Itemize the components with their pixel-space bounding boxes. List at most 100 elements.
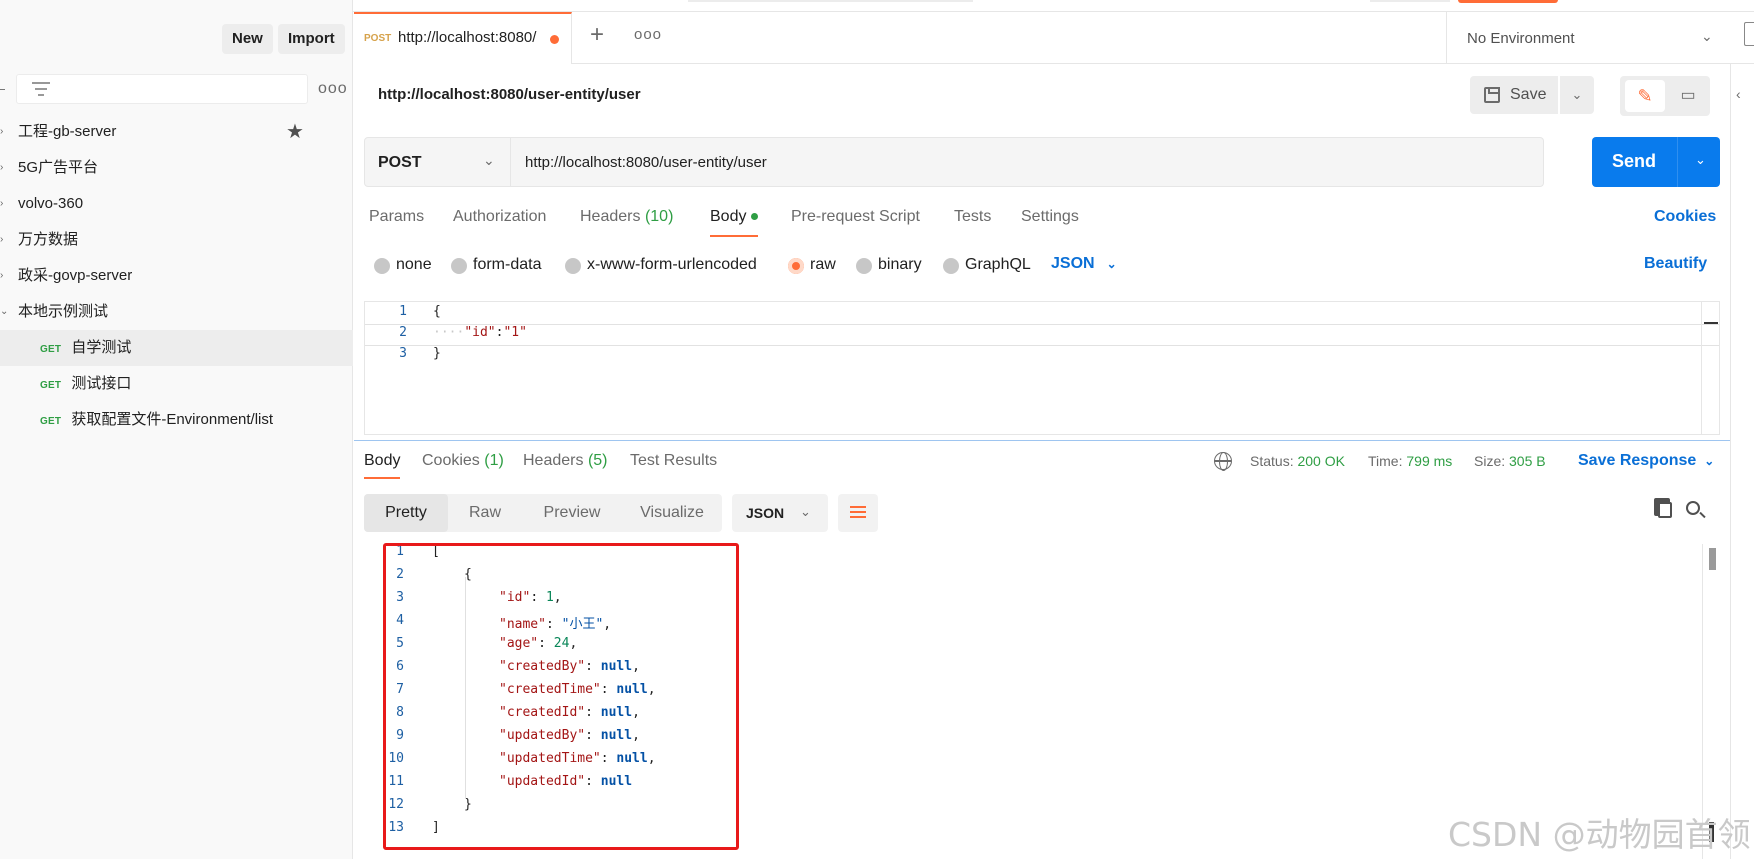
request-item[interactable]: GET 测试接口 <box>0 366 353 402</box>
code-line: 9 "updatedBy": null, <box>364 728 1720 751</box>
save-response-label: Save Response <box>1578 452 1697 469</box>
chevron-down-icon: ⌄ <box>0 306 9 317</box>
view-pretty[interactable]: Pretty <box>364 494 448 532</box>
unsaved-dot-icon <box>550 35 559 44</box>
line-number: 9 <box>396 728 404 743</box>
sidebar-more-icon[interactable]: ooo <box>318 80 348 98</box>
code-text: "createdTime": null, <box>499 682 656 697</box>
code-line: 3 } <box>365 346 1719 368</box>
radio-form-data[interactable]: form-data <box>451 256 541 274</box>
response-tab-cookies[interactable]: Cookies (1) <box>422 452 504 470</box>
json-key: "id" <box>464 325 496 340</box>
response-tab-headers[interactable]: Headers (5) <box>523 452 608 470</box>
body-active-dot-icon <box>751 213 759 221</box>
send-options-chevron-icon[interactable]: ⌄ <box>1695 152 1706 168</box>
response-tab-body[interactable]: Body <box>364 452 401 479</box>
time-value: 799 ms <box>1406 453 1453 469</box>
response-tab-test-results[interactable]: Test Results <box>630 452 717 470</box>
collection-item[interactable]: › 政采-govp-server <box>0 258 353 294</box>
request-item[interactable]: GET 自学测试 <box>0 330 353 366</box>
radio-none[interactable]: none <box>374 256 432 274</box>
response-format-select[interactable]: JSON ⌄ <box>732 494 828 532</box>
editor-scrollbar[interactable] <box>1701 302 1719 434</box>
method-badge: GET <box>40 380 62 391</box>
filter-input[interactable] <box>16 74 308 104</box>
line-number: 6 <box>396 659 404 674</box>
collection-item[interactable]: › volvo-360 <box>0 186 353 222</box>
add-tab-icon[interactable]: + <box>590 21 604 49</box>
code-text: } <box>433 346 441 361</box>
cookies-link[interactable]: Cookies <box>1654 208 1716 226</box>
tab-more-icon[interactable]: ooo <box>634 26 662 43</box>
tab-tests[interactable]: Tests <box>954 208 991 226</box>
comment-icon[interactable]: ▭ <box>1670 80 1706 112</box>
beautify-link[interactable]: Beautify <box>1644 255 1707 273</box>
url-input[interactable] <box>511 137 1544 187</box>
tab-request[interactable]: POST http://localhost:8080/ <box>354 12 572 64</box>
request-label: 测试接口 <box>71 375 132 392</box>
radio-graphql[interactable]: GraphQL <box>943 256 1031 274</box>
request-title[interactable]: http://localhost:8080/user-entity/user <box>378 86 641 103</box>
import-button[interactable]: Import <box>278 24 345 54</box>
code-text: ····"id":"1" <box>433 325 527 340</box>
response-divider[interactable] <box>354 440 1730 441</box>
top-upgrade-edge <box>1458 0 1558 3</box>
json-value: null <box>600 774 633 789</box>
save-response-button[interactable]: Save Response ⌄ <box>1578 452 1714 470</box>
copy-icon[interactable] <box>1654 498 1672 518</box>
status-label: Status: <box>1250 453 1294 469</box>
collection-item[interactable]: › 万方数据 <box>0 222 353 258</box>
size-label: Size: <box>1474 453 1506 469</box>
code-line: 2 ····"id":"1" <box>365 324 1719 346</box>
view-preview[interactable]: Preview <box>522 494 622 532</box>
code-line: 2 { <box>364 567 1720 590</box>
indent-dots: ···· <box>433 325 465 340</box>
environment-label: No Environment <box>1467 30 1575 47</box>
chevron-right-icon: › <box>0 162 4 173</box>
radio-urlencoded[interactable]: x-www-form-urlencoded <box>565 256 757 274</box>
collection-item[interactable]: › 5G广告平台 <box>0 150 353 186</box>
method-select[interactable]: POST ⌄ <box>364 137 511 187</box>
scrollbar-thumb[interactable] <box>1709 548 1716 570</box>
tab-prerequest-script[interactable]: Pre-request Script <box>791 208 920 226</box>
size-value: 305 B <box>1509 453 1546 469</box>
tab-params[interactable]: Params <box>369 208 424 226</box>
chevron-down-icon: ⌄ <box>1701 28 1713 44</box>
edit-pencil-icon[interactable]: ✎ <box>1625 80 1665 112</box>
mode-toggle: ✎ ▭ <box>1620 76 1710 116</box>
tab-headers[interactable]: Headers (10) <box>580 208 673 226</box>
send-button[interactable]: Send ⌄ <box>1592 137 1720 187</box>
collection-item[interactable]: › 工程-gb-server ★ <box>0 114 353 150</box>
line-number: 12 <box>388 797 404 812</box>
collection-item[interactable]: ⌄ 本地示例测试 <box>0 294 353 330</box>
save-button[interactable]: Save <box>1470 76 1558 114</box>
code-line: 10 "updatedTime": null, <box>364 751 1720 774</box>
request-item[interactable]: GET 获取配置文件-Environment/list <box>0 402 353 438</box>
body-format-select[interactable]: JSON ⌄ <box>1051 255 1117 273</box>
line-number: 3 <box>399 346 407 361</box>
top-button-edge <box>1370 0 1450 2</box>
star-icon[interactable]: ★ <box>286 114 304 150</box>
chevron-left-icon[interactable]: ‹ <box>1736 86 1741 102</box>
tab-authorization[interactable]: Authorization <box>453 208 546 226</box>
new-button[interactable]: New <box>222 24 273 54</box>
wrap-lines-icon[interactable] <box>838 494 878 532</box>
line-number: 1 <box>399 304 407 319</box>
code-line: 6 "createdBy": null, <box>364 659 1720 682</box>
view-raw[interactable]: Raw <box>448 494 522 532</box>
environment-quick-look-icon[interactable] <box>1744 22 1754 46</box>
search-icon[interactable] <box>1686 501 1700 515</box>
radio-binary[interactable]: binary <box>856 256 922 274</box>
top-search-edge <box>688 0 973 2</box>
tab-body[interactable]: Body <box>710 208 759 237</box>
save-options-chevron-icon[interactable]: ⌄ <box>1560 76 1594 114</box>
json-value: 1 <box>545 590 554 605</box>
tab-settings[interactable]: Settings <box>1021 208 1079 226</box>
radio-raw[interactable]: raw <box>788 256 836 274</box>
request-body-editor[interactable]: 1 { 2 ····"id":"1" 3 } <box>364 301 1720 435</box>
globe-icon[interactable] <box>1214 452 1232 471</box>
environment-selector[interactable]: No Environment ⌄ <box>1446 12 1746 64</box>
code-text: ] <box>432 820 440 835</box>
view-visualize[interactable]: Visualize <box>622 494 722 532</box>
code-line: 5 "age": 24, <box>364 636 1720 659</box>
